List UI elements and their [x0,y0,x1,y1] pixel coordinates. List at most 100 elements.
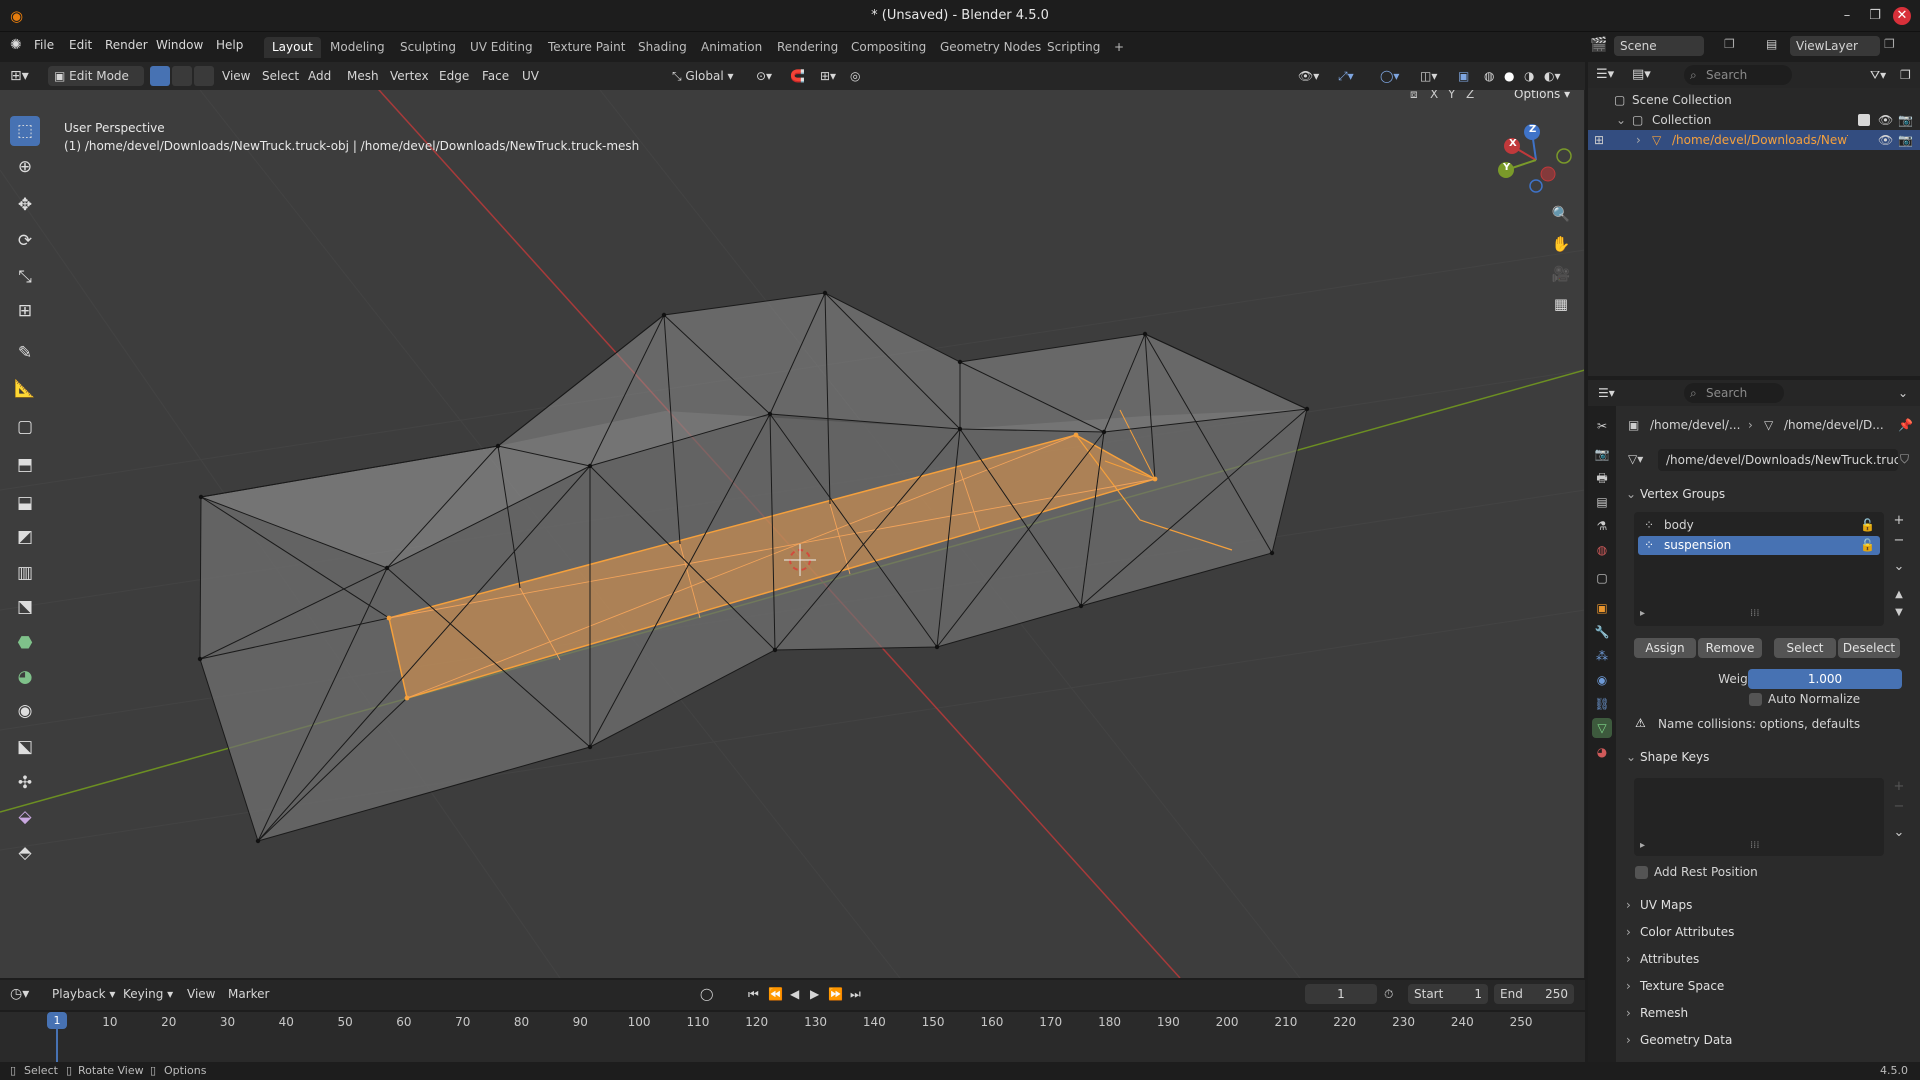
play-reverse-icon[interactable]: ◀ [790,984,799,1004]
menu-vertex[interactable]: Vertex [390,66,429,86]
measure-tool-icon[interactable]: 📐 [10,374,40,404]
add-shape-key-icon[interactable]: + [1890,778,1908,796]
shape-keys-resize-grip-icon[interactable]: ⁞⁞⁞ [1750,840,1760,851]
menu-edit[interactable]: Edit [69,38,92,52]
object-visibility-eye-icon[interactable]: 👁 [1878,130,1893,150]
scale-tool-icon[interactable]: ⤡ [10,262,40,292]
mirror-y-toggle[interactable]: Y [1448,90,1455,101]
transform-tool-icon[interactable]: ⊞ [10,296,40,326]
view-layer-tab-icon[interactable]: ▤ [1592,492,1612,512]
edit-mode-toggle-icon[interactable]: ⊞ [1594,130,1604,150]
menu-help[interactable]: Help [216,38,243,52]
menu-add[interactable]: Add [308,66,331,86]
menu-window[interactable]: Window [156,38,203,52]
timeline-ruler[interactable]: 10 20 30 40 50 60 70 80 90 100 110 120 130 140 150 160 1… [0,1012,1585,1062]
knife-tool-icon[interactable]: ⬔ [10,592,40,622]
stopwatch-icon[interactable]: ⏱ [1384,984,1393,1004]
smooth-tool-icon[interactable]: ◉ [10,696,40,726]
material-tab-icon[interactable]: ◕ [1592,742,1612,762]
auto-normalize-checkbox[interactable] [1749,693,1762,706]
outliner-scene-collection[interactable]: ▢ Scene Collection [1588,90,1920,110]
filter-icon[interactable]: ⛛▾ [1870,65,1886,85]
remove-button[interactable]: Remove [1698,638,1762,658]
tab-rendering[interactable]: Rendering [769,37,846,58]
solid-shading-icon[interactable]: ● [1504,66,1514,86]
menu-select[interactable]: Select [262,66,299,86]
list-filter-chevron-icon[interactable]: ▸ [1640,608,1645,619]
breadcrumb-object[interactable]: /home/devel/... [1650,418,1740,432]
rendered-shading-icon[interactable]: ◐▾ [1544,66,1561,86]
jump-keyframe-back-icon[interactable]: ⏪ [768,984,783,1004]
tab-texture-paint[interactable]: Texture Paint [540,37,633,58]
pin-icon[interactable]: 📌 [1898,418,1913,432]
mesh-data-tab-icon[interactable]: ▽ [1592,718,1612,738]
options-dropdown[interactable]: Options ▾ [1514,90,1570,101]
add-vertex-group-icon[interactable]: + [1890,512,1908,530]
remesh-panel-header[interactable]: › Remesh [1626,1002,1912,1024]
menu-render[interactable]: Render [105,38,148,52]
vertex-group-item-suspension[interactable]: ⁘ suspension 🔓 [1638,536,1880,555]
object-render-camera-icon[interactable]: 📷 [1898,130,1913,150]
loop-cut-tool-icon[interactable]: ▥ [10,558,40,588]
edge-slide-tool-icon[interactable]: ⬕ [10,732,40,762]
mirror-z-toggle[interactable]: Z [1466,90,1474,101]
shrink-fatten-tool-icon[interactable]: ✣ [10,768,40,798]
object-tab-icon[interactable]: ▣ [1592,598,1612,618]
move-down-icon[interactable]: ▼ [1890,604,1908,622]
select-button[interactable]: Select [1774,638,1836,658]
move-up-icon[interactable]: ▲ [1890,586,1908,604]
tab-modeling[interactable]: Modeling [322,37,393,58]
display-mode-icon[interactable]: ▤▾ [1632,65,1651,85]
3d-viewport[interactable]: ⧈ X Y Z Options ▾ ⬚ ⊕ ✥ ⟳ ⤡ ⊞ ✎ 📐 ▢ ⬒ ⬓ … [0,90,1585,978]
add-rest-position-checkbox[interactable] [1635,866,1648,879]
camera-view-icon[interactable]: 🎥 [1547,260,1575,288]
new-scene-icon[interactable]: ❐ [1724,37,1735,51]
tab-uv-editing[interactable]: UV Editing [462,37,541,58]
vertex-groups-panel-header[interactable]: ⌄ Vertex Groups [1626,483,1912,505]
jump-keyframe-forward-icon[interactable]: ⏩ [828,984,843,1004]
maximize-button[interactable]: ❐ [1864,6,1886,26]
weight-field[interactable]: 1.000 [1748,669,1902,689]
particles-tab-icon[interactable]: ⁂ [1592,646,1612,666]
scene-selector[interactable]: Scene [1614,36,1704,56]
viewlayer-icon[interactable]: ▤ [1766,37,1777,51]
lock-icon[interactable]: 🔓 [1860,516,1875,535]
mesh-datablock-field[interactable]: /home/devel/Downloads/NewTruck.truc... [1658,449,1898,471]
minimize-button[interactable]: – [1836,6,1858,26]
start-frame-field[interactable]: Start 1 [1408,984,1488,1004]
mesh-datablock-icon[interactable]: ▽▾ [1628,452,1643,466]
render-tab-icon[interactable]: 📷 [1592,444,1612,464]
attributes-panel-header[interactable]: › Attributes [1626,948,1912,970]
menu-timeline-view[interactable]: View [187,984,215,1004]
scene-tab-icon[interactable]: ⚗ [1592,516,1612,536]
collapse-chevron-icon[interactable]: ⌄ [1616,110,1626,130]
edge-select-mode-button[interactable] [172,66,192,86]
tab-layout[interactable]: Layout [264,37,321,58]
modifier-tab-icon[interactable]: 🔧 [1592,622,1612,642]
auto-keying-icon[interactable]: ◯ [700,984,713,1004]
constraints-tab-icon[interactable]: ⛓ [1592,694,1612,714]
transform-orientation-selector[interactable]: ⤡ Global ▾ [672,66,734,86]
outliner-object-row[interactable]: ⊞ › ▽ /home/devel/Downloads/NewTru 👁 📷 [1588,130,1920,150]
mirror-icon[interactable]: ⧈ [1410,90,1418,102]
outliner-collection[interactable]: ⌄ ▢ Collection 👁 📷 [1588,110,1920,130]
ortho-grid-icon[interactable]: ▦ [1547,290,1575,318]
assign-button[interactable]: Assign [1634,638,1696,658]
add-cube-tool-icon[interactable]: ▢ [10,412,40,442]
tool-tab-icon[interactable]: ✂ [1592,416,1612,436]
render-camera-icon[interactable]: 📷 [1898,110,1913,130]
uv-maps-panel-header[interactable]: › UV Maps [1626,894,1912,916]
physics-tab-icon[interactable]: ◉ [1592,670,1612,690]
geometry-data-panel-header[interactable]: › Geometry Data [1626,1029,1912,1051]
shape-keys-filter-chevron-icon[interactable]: ▸ [1640,840,1645,851]
tab-compositing[interactable]: Compositing [843,37,934,58]
blender-menu-icon[interactable]: ✺ [10,37,22,53]
overlay-toggle-icon[interactable]: ◯▾ [1380,66,1399,86]
menu-mesh[interactable]: Mesh [347,66,379,86]
playhead-marker[interactable]: 1 [47,1012,67,1029]
vertex-group-item-body[interactable]: ⁘ body 🔓 [1638,516,1880,535]
properties-options-chevron-icon[interactable]: ⌄ [1898,383,1908,403]
remove-vertex-group-icon[interactable]: − [1890,532,1908,550]
exclude-checkbox[interactable] [1858,114,1870,126]
material-shading-icon[interactable]: ◑ [1524,66,1534,86]
